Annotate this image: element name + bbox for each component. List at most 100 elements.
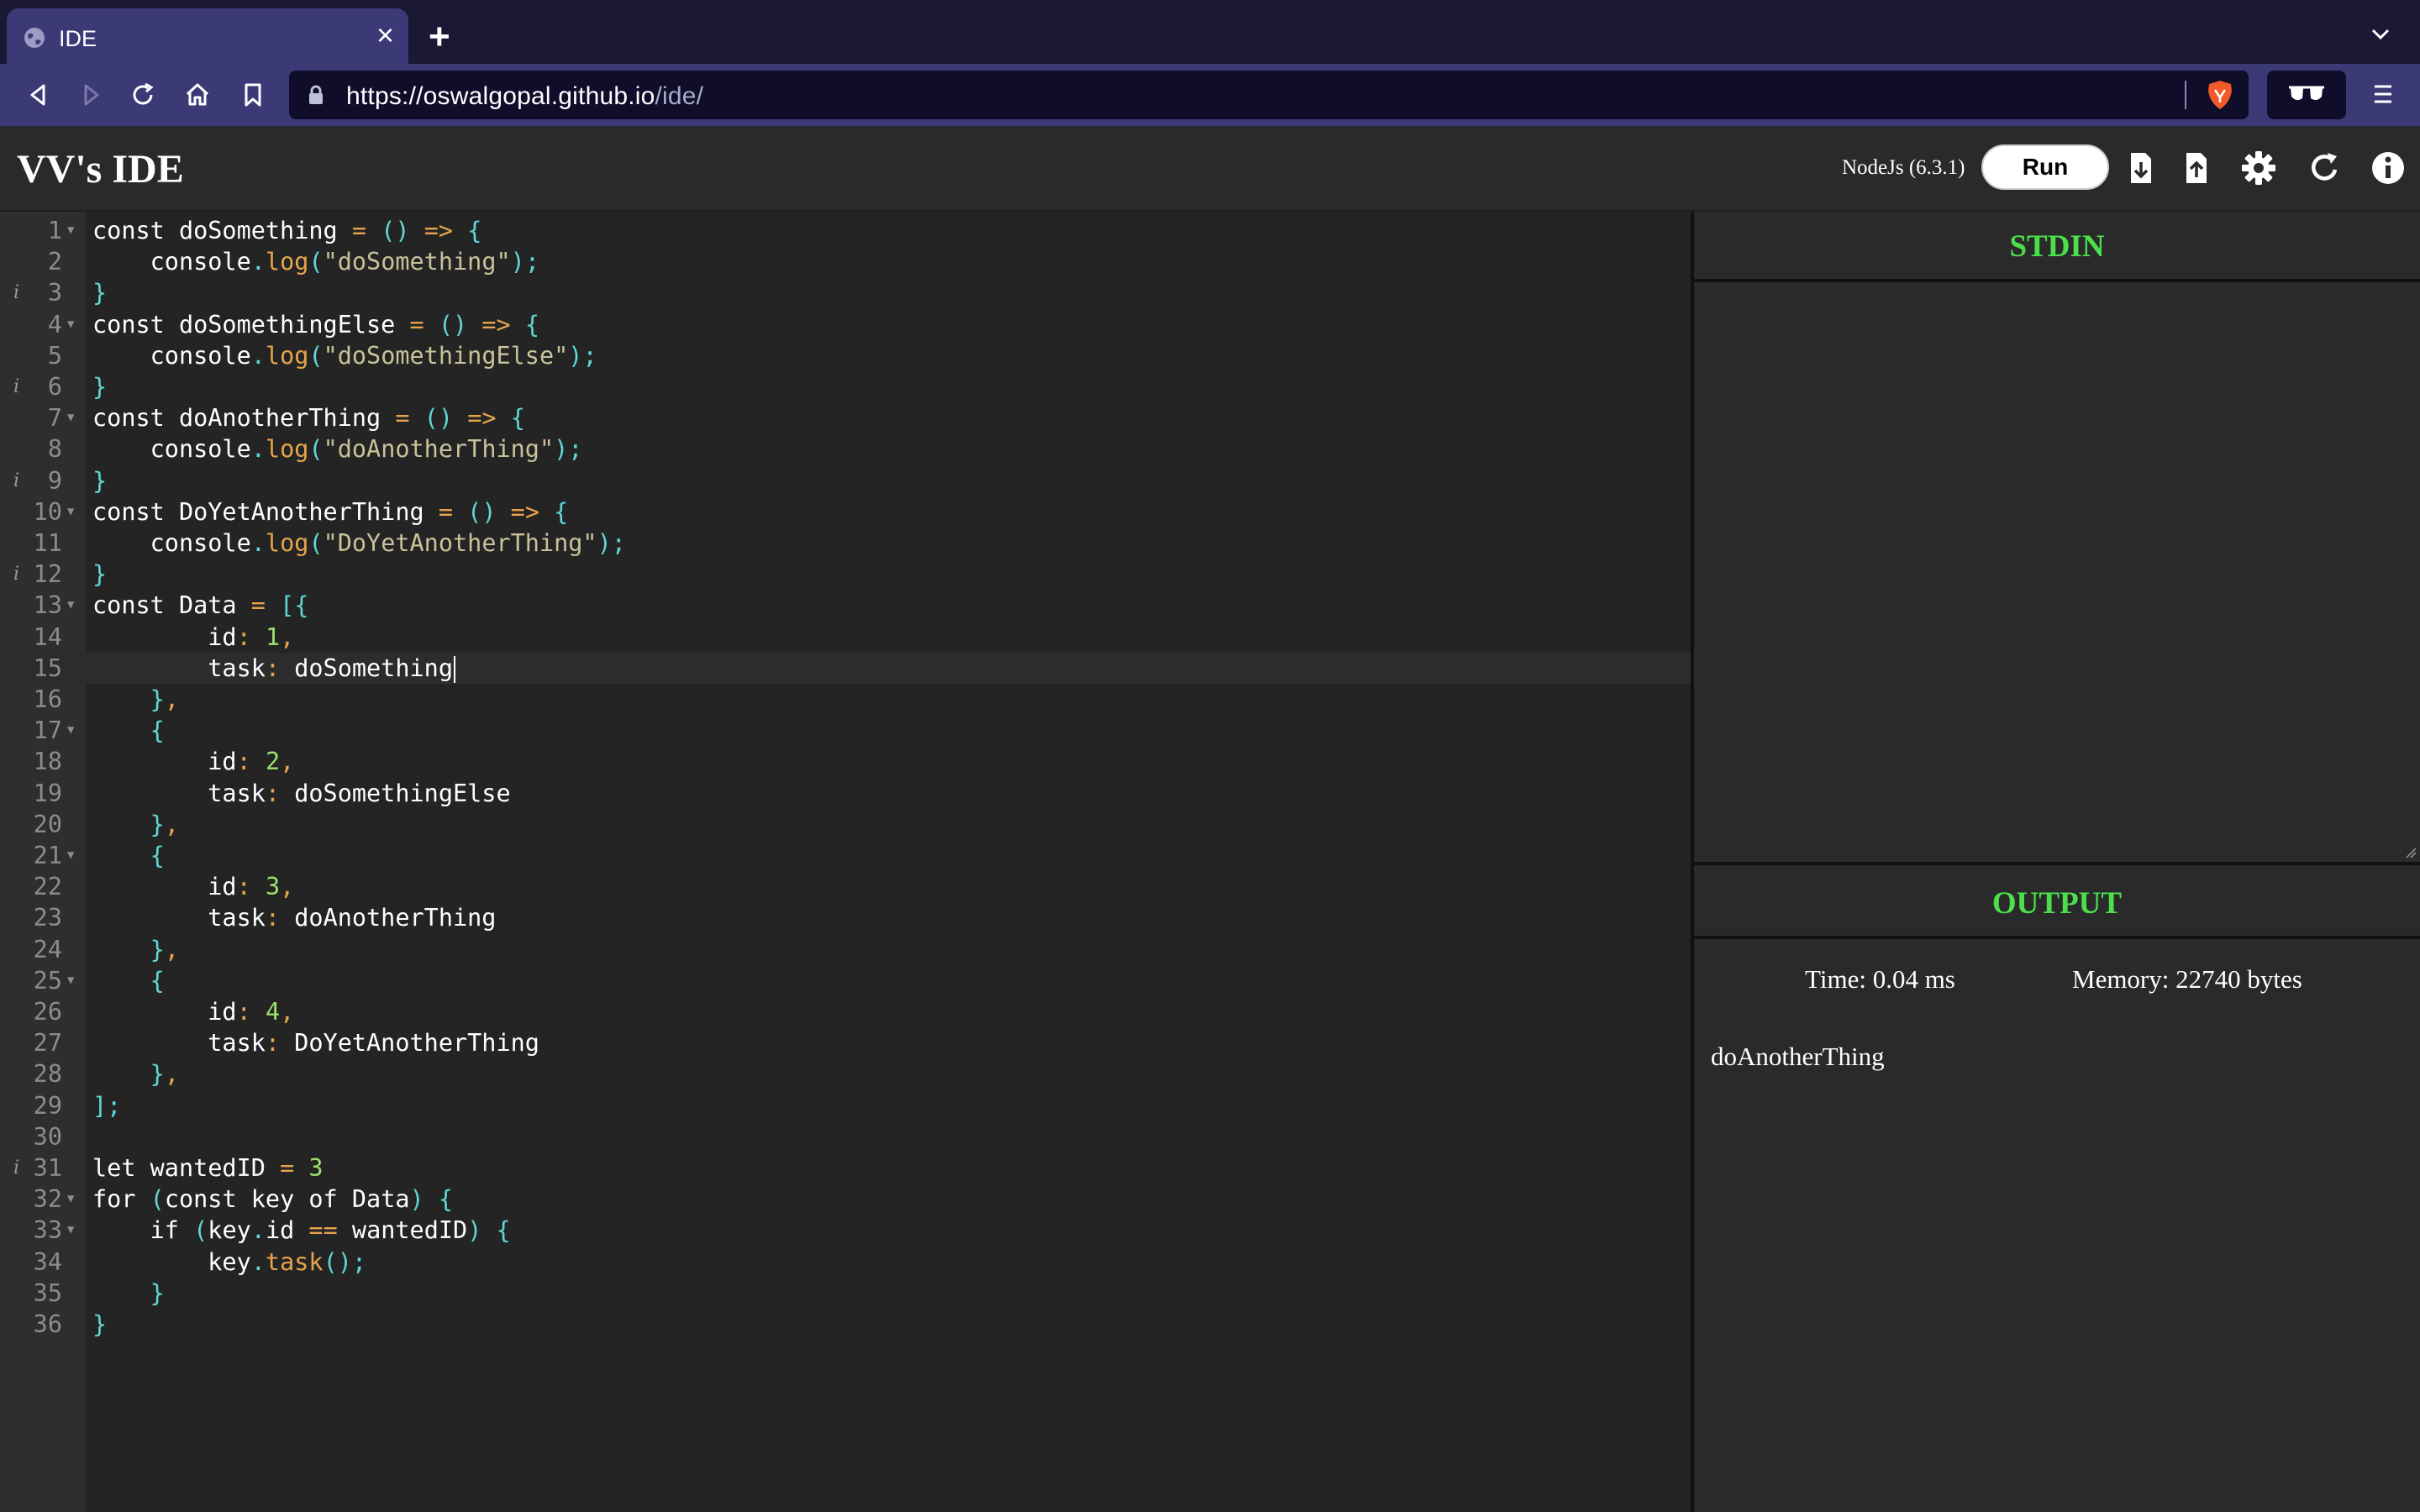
line-number: 19 xyxy=(33,779,62,807)
fold-arrow-icon[interactable]: ▼ xyxy=(67,402,74,433)
info-icon[interactable] xyxy=(2370,150,2407,186)
code-line[interactable]: 3 i} xyxy=(0,277,1691,308)
annotation-info-icon[interactable]: i xyxy=(13,371,19,402)
code-line[interactable]: 10 ▼ const DoYetAnotherThing = () => { xyxy=(0,496,1691,528)
fold-arrow-icon[interactable]: ▼ xyxy=(67,715,74,746)
fold-arrow-icon[interactable]: ▼ xyxy=(67,965,74,996)
text-cursor xyxy=(453,655,455,683)
home-icon[interactable] xyxy=(182,79,213,111)
lock-icon xyxy=(309,85,323,104)
code-text: task: DoYetAnotherThing xyxy=(92,1029,539,1058)
address-bar[interactable]: https://oswalgopal.github.io/ide/ xyxy=(289,71,2249,119)
fold-arrow-icon[interactable]: ▼ xyxy=(67,496,74,528)
url-separator xyxy=(2185,81,2186,109)
code-line[interactable]: 9 i} xyxy=(0,465,1691,496)
upload-icon[interactable] xyxy=(2178,150,2215,186)
code-text: const Data = [{ xyxy=(92,591,309,620)
code-text: } xyxy=(92,560,108,589)
extension-button[interactable] xyxy=(2267,71,2346,119)
stdin-input[interactable] xyxy=(1694,286,2420,865)
code-line[interactable]: 17 ▼ { xyxy=(0,715,1691,746)
refresh-icon[interactable] xyxy=(2306,150,2343,186)
line-number: 2 xyxy=(47,248,62,276)
new-tab-icon[interactable]: + xyxy=(429,18,450,55)
code-line[interactable]: 29]; xyxy=(0,1090,1691,1121)
tab-close-icon[interactable]: × xyxy=(376,20,394,50)
resize-handle-icon[interactable] xyxy=(2403,845,2417,858)
code-line[interactable]: 20 }, xyxy=(0,809,1691,840)
line-number: 10 xyxy=(33,497,62,526)
download-icon[interactable] xyxy=(2123,150,2160,186)
line-number: 8 xyxy=(47,435,62,464)
code-line[interactable]: 2 console.log("doSomething"); xyxy=(0,246,1691,277)
code-text: const doAnotherThing = () => { xyxy=(92,404,525,433)
code-line[interactable]: 11 console.log("DoYetAnotherThing"); xyxy=(0,528,1691,559)
code-line[interactable]: 30 xyxy=(0,1121,1691,1152)
code-line[interactable]: 35 } xyxy=(0,1278,1691,1309)
code-line[interactable]: 26 id: 4, xyxy=(0,996,1691,1027)
annotation-info-icon[interactable]: i xyxy=(13,559,19,590)
code-line[interactable]: 19 task: doSomethingElse xyxy=(0,778,1691,809)
globe-icon xyxy=(24,28,45,48)
code-line[interactable]: 27 task: DoYetAnotherThing xyxy=(0,1027,1691,1058)
line-number: 34 xyxy=(33,1247,62,1276)
fold-arrow-icon[interactable]: ▼ xyxy=(67,840,74,871)
code-line[interactable]: 12 i} xyxy=(0,559,1691,590)
code-line[interactable]: 8 console.log("doAnotherThing"); xyxy=(0,433,1691,465)
code-line[interactable]: 14 id: 1, xyxy=(0,622,1691,653)
code-text: const DoYetAnotherThing = () => { xyxy=(92,497,569,526)
line-number: 5 xyxy=(47,341,62,370)
line-number: 30 xyxy=(33,1122,62,1151)
code-line[interactable]: 31 i let wantedID = 3 xyxy=(0,1152,1691,1184)
code-line[interactable]: 16 }, xyxy=(0,684,1691,715)
brave-shield-icon[interactable] xyxy=(2205,79,2235,111)
code-line[interactable]: 36} xyxy=(0,1309,1691,1340)
code-line[interactable]: 34 key.task(); xyxy=(0,1247,1691,1278)
hamburger-menu-icon[interactable] xyxy=(2370,81,2396,108)
chevron-down-icon[interactable] xyxy=(2368,22,2393,47)
code-line[interactable]: 23 task: doAnotherThing xyxy=(0,902,1691,933)
line-number: 36 xyxy=(33,1310,62,1338)
code-text: } xyxy=(92,279,108,307)
fold-arrow-icon[interactable]: ▼ xyxy=(67,215,74,246)
code-text: id: 3, xyxy=(92,873,295,901)
code-line[interactable]: 7 ▼ const doAnotherThing = () => { xyxy=(0,402,1691,433)
code-line[interactable]: 33 ▼ if (key.id == wantedID) { xyxy=(0,1215,1691,1246)
forward-icon[interactable] xyxy=(76,79,108,111)
code-line[interactable]: 28 }, xyxy=(0,1058,1691,1089)
code-line[interactable]: 5 console.log("doSomethingElse"); xyxy=(0,340,1691,371)
back-icon[interactable] xyxy=(22,79,54,111)
code-line[interactable]: 21 ▼ { xyxy=(0,840,1691,871)
language-selector[interactable]: NodeJs (6.3.1) xyxy=(1842,156,1965,180)
code-line[interactable]: 15 task: doSomething xyxy=(0,652,1691,684)
fold-arrow-icon[interactable]: ▼ xyxy=(67,1184,74,1215)
code-line[interactable]: 22 id: 3, xyxy=(0,871,1691,902)
code-editor[interactable]: 1 ▼ const doSomething = () => {2 console.l… xyxy=(0,212,1691,1512)
fold-arrow-icon[interactable]: ▼ xyxy=(67,590,74,621)
code-text: if (key.id == wantedID) { xyxy=(92,1216,511,1245)
code-text: task: doSomethingElse xyxy=(92,779,511,807)
code-line[interactable]: 13 ▼ const Data = [{ xyxy=(0,590,1691,621)
line-number: 9 xyxy=(47,466,62,495)
bookmark-icon[interactable] xyxy=(237,79,269,111)
annotation-info-icon[interactable]: i xyxy=(13,1152,19,1184)
fold-arrow-icon[interactable]: ▼ xyxy=(67,309,74,340)
url-path: /ide/ xyxy=(655,82,704,110)
settings-gear-icon[interactable] xyxy=(2240,150,2277,186)
code-line[interactable]: 1 ▼ const doSomething = () => { xyxy=(0,215,1691,246)
reload-icon[interactable] xyxy=(128,79,160,111)
fold-arrow-icon[interactable]: ▼ xyxy=(67,1215,74,1246)
code-text: ]; xyxy=(92,1091,122,1120)
annotation-info-icon[interactable]: i xyxy=(13,277,19,308)
code-line[interactable]: 4 ▼ const doSomethingElse = () => { xyxy=(0,309,1691,340)
browser-tab[interactable]: IDE × xyxy=(7,8,408,64)
code-line[interactable]: 24 }, xyxy=(0,934,1691,965)
run-button[interactable]: Run xyxy=(1981,144,2109,190)
code-text: for (const key of Data) { xyxy=(92,1185,454,1214)
annotation-info-icon[interactable]: i xyxy=(13,465,19,496)
code-line[interactable]: 25 ▼ { xyxy=(0,965,1691,996)
code-text: id: 4, xyxy=(92,998,295,1026)
code-line[interactable]: 6 i} xyxy=(0,371,1691,402)
code-line[interactable]: 18 id: 2, xyxy=(0,746,1691,777)
code-line[interactable]: 32 ▼ for (const key of Data) { xyxy=(0,1184,1691,1215)
